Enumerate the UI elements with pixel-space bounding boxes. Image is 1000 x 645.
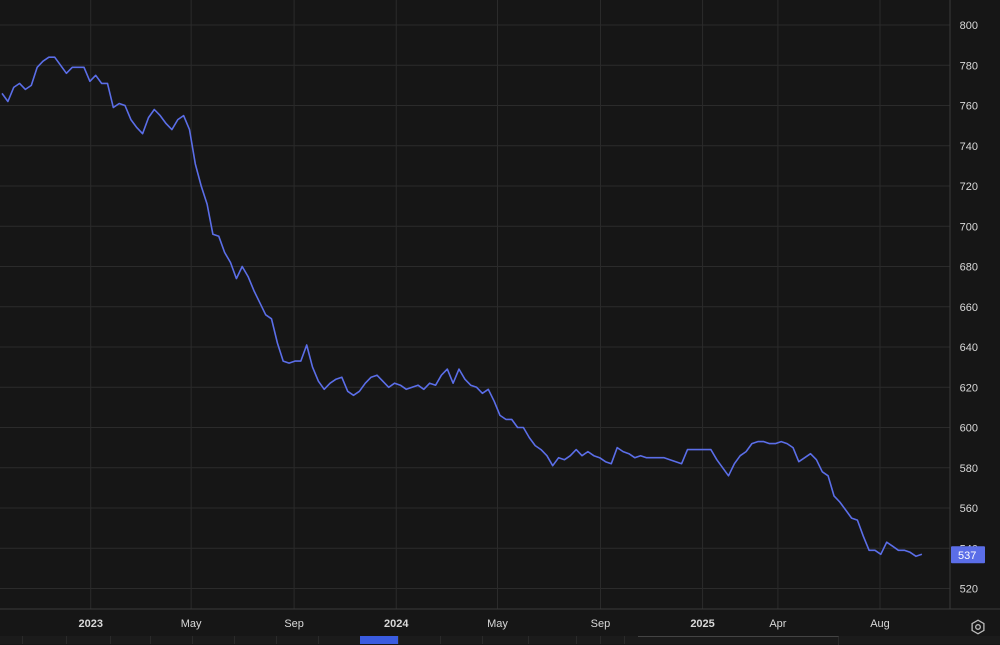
- strip-segment: [398, 636, 441, 644]
- last-value-label: 537: [958, 550, 976, 562]
- x-tick-label: 2024: [384, 618, 409, 630]
- y-tick-label: 660: [960, 302, 978, 314]
- y-tick-label: 680: [960, 262, 978, 274]
- strip-segment: [110, 636, 151, 644]
- x-tick-label: Sep: [591, 618, 611, 630]
- last-value-badge: 537: [951, 546, 985, 564]
- strip-segment: [276, 636, 319, 644]
- y-axis[interactable]: 5205405605806006206406606807007207407607…: [960, 20, 978, 596]
- strip-segment: [528, 636, 577, 644]
- y-tick-label: 740: [960, 141, 978, 153]
- y-tick-label: 800: [960, 20, 978, 32]
- strip-segment: [0, 636, 23, 644]
- time-scale-strip[interactable]: [0, 636, 1000, 645]
- gear-icon[interactable]: [970, 619, 986, 635]
- strip-segment: [66, 636, 111, 644]
- x-tick-label: Sep: [284, 618, 304, 630]
- x-tick-label: Aug: [870, 618, 890, 630]
- y-tick-label: 700: [960, 221, 978, 233]
- line-chart: 5205405605806006206406606807007207407607…: [0, 0, 1000, 630]
- strip-segment: [576, 636, 601, 644]
- strip-segment: [192, 636, 235, 644]
- x-tick-label: May: [181, 618, 202, 630]
- grid: [0, 0, 950, 609]
- strip-segment: [440, 636, 483, 644]
- strip-segment: [482, 636, 529, 644]
- strip-segment: [150, 636, 193, 644]
- y-tick-label: 640: [960, 342, 978, 354]
- strip-segment: [318, 636, 361, 644]
- y-tick-label: 760: [960, 101, 978, 113]
- x-tick-label: 2023: [78, 618, 102, 630]
- x-tick-label: 2025: [690, 618, 714, 630]
- strip-segment: [600, 636, 625, 644]
- y-tick-label: 560: [960, 503, 978, 515]
- y-tick-label: 780: [960, 60, 978, 72]
- x-tick-label: Apr: [769, 618, 786, 630]
- y-tick-label: 600: [960, 423, 978, 435]
- x-axis[interactable]: 2023 May Sep 2024 May Sep 2025 Apr Aug: [78, 618, 889, 630]
- y-tick-label: 580: [960, 463, 978, 475]
- strip-segment: [22, 636, 67, 644]
- y-tick-label: 720: [960, 181, 978, 193]
- strip-segment-active[interactable]: [360, 636, 399, 644]
- y-tick-label: 620: [960, 382, 978, 394]
- y-tick-label: 520: [960, 584, 978, 596]
- x-tick-label: May: [487, 618, 508, 630]
- strip-segment: [234, 636, 277, 644]
